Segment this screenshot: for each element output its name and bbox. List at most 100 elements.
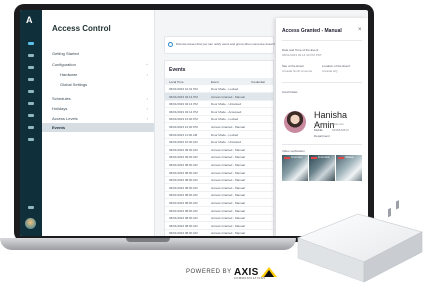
camera-name: Front desk xyxy=(318,156,330,159)
row-event: Door Mode - Locked xyxy=(211,87,239,91)
users-icon[interactable] xyxy=(28,66,34,69)
row-time: 06/01/2023 08:00 AM xyxy=(169,201,198,205)
sidebar-item-holidays[interactable]: Holidays xyxy=(52,106,67,111)
row-event: Access Granted - Manual xyxy=(211,208,245,213)
row-event: Access Granted - Manual xyxy=(211,94,245,99)
access-controller-device xyxy=(296,200,424,283)
page-title: Access Control xyxy=(52,24,111,33)
cardholder-email: hanisha@arcadia.com xyxy=(314,122,344,126)
sidebar-item-events[interactable]: Events xyxy=(52,125,65,130)
column-header-event[interactable]: Event xyxy=(211,80,219,84)
brand-triangle-icon xyxy=(261,267,277,277)
recording-icon xyxy=(338,157,344,159)
row-event: Access Granted - Manual xyxy=(211,178,245,183)
row-event: Access Granted - Manual xyxy=(211,163,245,167)
date-label: Date and Time of the Event xyxy=(282,48,319,52)
cardholder-photo xyxy=(284,111,306,133)
video-verification-label: Video verification xyxy=(282,149,305,153)
gear-icon[interactable] xyxy=(28,138,34,141)
events-heading: Events xyxy=(169,67,186,73)
department-label: Department xyxy=(314,134,330,138)
row-time: 06/01/2023 08:00 AM xyxy=(169,163,198,167)
divider xyxy=(282,144,362,145)
mobile-value: 9495840813 xyxy=(332,128,349,132)
icon-rail: A xyxy=(20,10,42,236)
home-icon[interactable] xyxy=(28,42,34,45)
divider xyxy=(282,82,362,83)
chevron-right-icon[interactable]: › xyxy=(147,106,148,111)
table-row[interactable]: 06/01/2023 08:00 AM Access Granted - Manu… xyxy=(165,229,273,236)
sidebar-item-access-levels[interactable]: Access Levels xyxy=(52,116,78,121)
sidebar-item-getting-started[interactable]: Getting Started xyxy=(52,51,79,56)
site-value: Arcadia North America xyxy=(282,69,313,73)
laptop-notch xyxy=(126,238,170,242)
location-value: Arcadia HQ xyxy=(322,69,338,73)
recording-icon xyxy=(284,157,290,159)
chevron-up-icon[interactable]: ^ xyxy=(146,62,148,67)
site-label: Site of the Event xyxy=(282,64,305,68)
video-thumbnail[interactable]: Front door xyxy=(282,155,308,181)
camera-name: Front door xyxy=(291,156,303,159)
video-thumbnails: Front door Front desk Hallway xyxy=(282,155,362,181)
powered-by-text: POWERED BY xyxy=(186,269,232,275)
row-time: 06/01/2023 10:01 PM xyxy=(169,87,198,91)
close-icon[interactable]: × xyxy=(358,27,362,33)
sidebar-item-global-settings[interactable]: Global Settings xyxy=(60,82,87,87)
row-event: Access Granted - Manual xyxy=(211,147,245,152)
row-event: Access Granted - Manual xyxy=(211,201,245,205)
divider xyxy=(282,40,362,41)
camera-icon[interactable] xyxy=(28,54,34,57)
row-time: 06/01/2023 08:00 AM xyxy=(169,216,198,221)
column-header-time[interactable]: Local Time xyxy=(169,80,184,84)
video-thumbnail[interactable]: Hallway xyxy=(336,155,362,181)
login-icon[interactable] xyxy=(28,126,34,129)
report-icon[interactable] xyxy=(28,114,34,117)
row-event: Door Mode - Unlocked xyxy=(211,140,242,145)
column-header-credential[interactable]: Credential xyxy=(251,80,265,84)
video-thumbnail[interactable]: Front desk xyxy=(309,155,335,181)
chevron-right-icon[interactable]: › xyxy=(147,116,148,121)
row-event: Door Mode - Locked xyxy=(211,117,239,122)
chevron-right-icon[interactable]: › xyxy=(147,72,148,77)
cardholder-name[interactable]: Hanisha Amin xyxy=(314,110,368,130)
app-logo: A xyxy=(26,15,33,25)
user-avatar[interactable] xyxy=(25,218,36,229)
row-time: 06/01/2023 02:14 PM xyxy=(169,102,198,107)
sidebar-item-hardware[interactable]: Hardware xyxy=(60,72,77,77)
date-value: 06/01/2023 02:14:39 PM PDT xyxy=(282,53,322,57)
row-time: 06/01/2023 10:00 AM xyxy=(169,140,198,145)
row-event: Access Granted - Manual xyxy=(211,231,245,236)
row-event: Door Mode - Accessed xyxy=(211,109,242,114)
help-icon[interactable] xyxy=(28,206,34,209)
table-header: Local Time Event Credential xyxy=(165,78,273,85)
row-time: 06/01/2023 02:14 PM xyxy=(169,109,198,114)
row-time: 06/01/2023 08:00 AM xyxy=(169,193,198,198)
info-icon xyxy=(168,42,173,47)
chevron-right-icon[interactable]: › xyxy=(147,96,148,101)
row-time: 06/01/2023 08:00 AM xyxy=(169,231,198,236)
recording-icon xyxy=(311,157,317,159)
row-event: Door Mode - Unlocked xyxy=(211,102,242,107)
key-icon[interactable] xyxy=(28,90,34,93)
row-time: 06/01/2023 11:00 AM xyxy=(169,132,198,137)
row-event: Door Mode - Locked xyxy=(211,132,239,137)
row-time: 06/01/2023 08:00 AM xyxy=(169,178,198,183)
location-label: Location of the Event xyxy=(322,64,351,68)
row-time: 06/01/2023 08:00 AM xyxy=(169,185,198,190)
powered-by-footer: POWERED BY AXIS COMMUNICATIONS xyxy=(186,266,286,280)
alarm-icon[interactable] xyxy=(28,102,34,105)
row-time: 06/01/2023 09:00 AM xyxy=(169,155,198,160)
brand-subtitle: COMMUNICATIONS xyxy=(234,277,266,280)
row-time: 06/01/2023 08:00 AM xyxy=(169,170,198,175)
row-event: Access Granted - Manual xyxy=(211,125,245,129)
row-event: Access Granted - Manual xyxy=(211,155,245,160)
sidebar: Access Control Getting Started Configura… xyxy=(42,10,155,236)
mobile-label: Mobile xyxy=(314,128,323,132)
door-icon[interactable] xyxy=(28,78,34,81)
sidebar-item-schedules[interactable]: Schedules xyxy=(52,96,71,101)
row-time: 06/01/2023 08:00 AM xyxy=(169,223,198,228)
events-panel: Events Local Time Event Credential 06/01… xyxy=(164,60,274,236)
row-time: 06/01/2023 12:00 PM xyxy=(169,117,198,122)
sidebar-item-configuration[interactable]: Configuration xyxy=(52,62,76,67)
row-event: Access Granted - Manual xyxy=(211,223,245,228)
